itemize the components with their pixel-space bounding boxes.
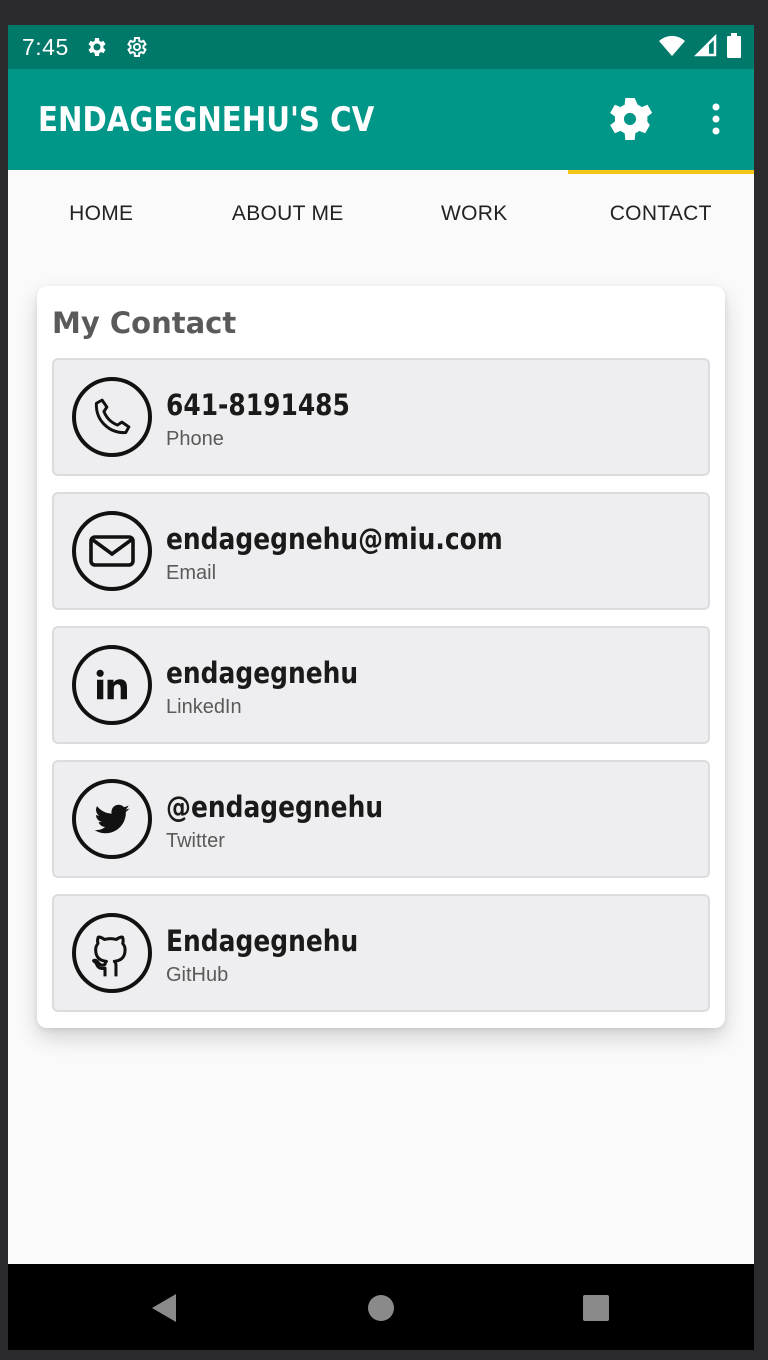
phone-screen: 7:45 ENDAGEGNEHU'S CV HOME ABOUT ME WORK…	[8, 25, 754, 1350]
twitter-icon	[72, 779, 152, 859]
contact-item-phone[interactable]: 641-8191485 Phone	[52, 358, 710, 476]
tab-about-me[interactable]: ABOUT ME	[195, 170, 382, 258]
battery-icon	[726, 33, 742, 64]
contact-label: Phone	[166, 428, 224, 450]
tab-contact[interactable]: CONTACT	[568, 170, 755, 258]
contact-value: @endagegnehu	[166, 790, 384, 824]
contact-item-twitter[interactable]: @endagegnehu Twitter	[52, 760, 710, 878]
app-bar: ENDAGEGNEHU'S CV	[8, 69, 754, 170]
home-icon[interactable]	[365, 1292, 397, 1324]
signal-icon	[693, 33, 718, 63]
contact-item-linkedin[interactable]: endagegnehu LinkedIn	[52, 626, 710, 744]
more-vert-icon[interactable]	[704, 101, 728, 137]
tab-home[interactable]: HOME	[8, 170, 195, 258]
contact-label: LinkedIn	[166, 696, 242, 718]
contact-label: Twitter	[166, 830, 225, 852]
settings-icon[interactable]	[602, 91, 658, 147]
contact-item-github[interactable]: Endagegnehu GitHub	[52, 894, 710, 1012]
status-bar: 7:45	[8, 25, 754, 69]
settings-outline-icon	[125, 35, 149, 59]
linkedin-icon	[72, 645, 152, 725]
tab-indicator	[568, 170, 754, 174]
tab-work[interactable]: WORK	[381, 170, 568, 258]
contact-label: Email	[166, 562, 217, 584]
app-title: ENDAGEGNEHU'S CV	[38, 99, 375, 140]
github-icon	[72, 913, 152, 993]
wifi-icon	[658, 34, 686, 63]
recents-icon[interactable]	[580, 1292, 612, 1324]
card-title: My Contact	[52, 306, 237, 340]
email-icon	[72, 511, 152, 591]
contact-label: GitHub	[166, 964, 229, 986]
contact-value: 641-8191485	[166, 388, 350, 422]
contact-value: endagegnehu@miu.com	[166, 522, 503, 556]
phone-icon	[72, 377, 152, 457]
contact-value: endagegnehu	[166, 656, 359, 690]
system-nav-bar	[8, 1264, 754, 1350]
status-time: 7:45	[22, 33, 69, 60]
back-icon[interactable]	[148, 1292, 180, 1324]
gear-icon	[85, 35, 109, 59]
contact-item-email[interactable]: endagegnehu@miu.com Email	[52, 492, 710, 610]
tab-bar: HOME ABOUT ME WORK CONTACT	[8, 170, 754, 258]
contact-value: Endagegnehu	[166, 924, 359, 958]
contact-card: My Contact 641-8191485 Phone endagegnehu…	[37, 286, 725, 1028]
